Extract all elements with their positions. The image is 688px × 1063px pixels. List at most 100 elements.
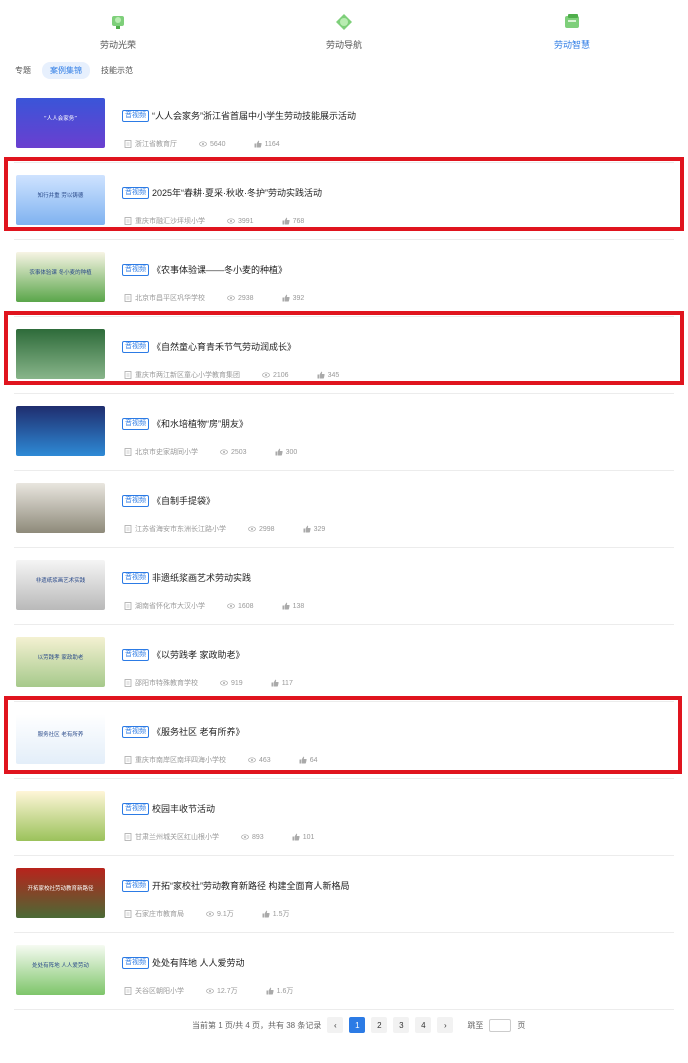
next-page-button[interactable]: › bbox=[437, 1017, 454, 1033]
meta-school: 浙江省教育厅 bbox=[124, 139, 177, 149]
thumbs-up-icon bbox=[271, 679, 279, 687]
sub-tabs: 专题 案例集锦 技能示范 bbox=[10, 62, 138, 79]
meta-likes: 117 bbox=[271, 679, 293, 687]
jump-label: 跳至 bbox=[467, 1020, 484, 1030]
document-icon bbox=[124, 833, 132, 841]
trophy-icon bbox=[112, 16, 124, 29]
view-count: 893 bbox=[252, 833, 264, 841]
school-name: 浙江省教育厅 bbox=[135, 141, 177, 148]
list-item[interactable]: 音视频 《和水培植物“房”朋友》 北京市史家胡同小学 2503 300 bbox=[14, 394, 674, 471]
item-title[interactable]: 《自制手提袋》 bbox=[152, 494, 215, 507]
page-button-1[interactable]: 1 bbox=[349, 1017, 366, 1033]
item-title-line[interactable]: 音视频 《以劳践孝 家政助老》 bbox=[122, 648, 245, 661]
eye-icon bbox=[248, 526, 256, 532]
list-item[interactable]: 非遗纸浆画艺术实践 音视频 非遗纸浆画艺术劳动实践 湖南省怀化市大汉小学 160… bbox=[14, 548, 674, 625]
media-badge: 音视频 bbox=[122, 956, 149, 969]
video-thumbnail[interactable]: 以劳践孝 家政助老 bbox=[16, 637, 105, 687]
meta-likes: 1164 bbox=[254, 140, 280, 148]
item-title[interactable]: 《以劳践孝 家政助老》 bbox=[152, 648, 245, 661]
video-thumbnail[interactable] bbox=[16, 483, 105, 533]
tab-skill-demo[interactable]: 技能示范 bbox=[96, 62, 138, 79]
item-title-line[interactable]: 音视频 “人人会家务”浙江省首届中小学生劳动技能展示活动 bbox=[122, 109, 356, 122]
item-title[interactable]: 《农事体验课——冬小麦的种植》 bbox=[152, 263, 287, 276]
item-title-line[interactable]: 音视频 开拓“家校社”劳动教育新路径 构建全面育人新格局 bbox=[122, 879, 350, 892]
thumbnail-image bbox=[16, 791, 105, 841]
list-item[interactable]: “人人会家务” 音视频 “人人会家务”浙江省首届中小学生劳动技能展示活动 浙江省… bbox=[14, 86, 674, 163]
item-title[interactable]: 开拓“家校社”劳动教育新路径 构建全面育人新格局 bbox=[152, 879, 350, 892]
item-title-line[interactable]: 音视频 处处有阵地 人人爱劳动 bbox=[122, 956, 245, 969]
list-item[interactable]: 以劳践孝 家政助老 音视频 《以劳践孝 家政助老》 邵阳市特殊教育学校 919 1… bbox=[14, 625, 674, 702]
item-title-line[interactable]: 音视频 《自制手提袋》 bbox=[122, 494, 215, 507]
jump-page-input[interactable] bbox=[489, 1018, 512, 1032]
list-item[interactable]: 开拓家校社劳动教育新路径 音视频 开拓“家校社”劳动教育新路径 构建全面育人新格… bbox=[14, 856, 674, 933]
view-count: 2938 bbox=[238, 294, 254, 302]
item-meta: 湖南省怀化市大汉小学 1608 138 bbox=[124, 601, 304, 611]
thumbnail-image bbox=[16, 406, 105, 456]
list-item[interactable]: 处处有阵地 人人爱劳动 音视频 处处有阵地 人人爱劳动 关谷区朝阳小学 12.7… bbox=[14, 933, 674, 1010]
item-title-line[interactable]: 音视频 非遗纸浆画艺术劳动实践 bbox=[122, 571, 251, 584]
meta-school: 湖南省怀化市大汉小学 bbox=[124, 601, 205, 611]
view-count: 919 bbox=[231, 679, 243, 687]
item-title-line[interactable]: 音视频 校园丰收节活动 bbox=[122, 802, 215, 815]
top-nav: 劳动光荣 劳动导航 劳动智慧 bbox=[0, 0, 688, 52]
item-meta: 邵阳市特殊教育学校 919 117 bbox=[124, 678, 293, 688]
school-name: 北京市昌平区巩华学校 bbox=[135, 295, 205, 302]
video-thumbnail[interactable] bbox=[16, 406, 105, 456]
nav-label: 劳动智慧 bbox=[553, 40, 590, 50]
page-button-2[interactable]: 2 bbox=[371, 1017, 388, 1033]
item-meta: 浙江省教育厅 5640 1164 bbox=[124, 139, 280, 149]
like-count: 138 bbox=[292, 602, 305, 610]
list-item[interactable]: 音视频 《自制手提袋》 江苏省海安市东洲长江路小学 2998 329 bbox=[14, 471, 674, 548]
eye-icon bbox=[227, 295, 235, 301]
item-title-line[interactable]: 音视频 《和水培植物“房”朋友》 bbox=[122, 417, 248, 430]
book-icon bbox=[565, 14, 579, 28]
item-meta: 江苏省海安市东洲长江路小学 2998 329 bbox=[124, 524, 325, 534]
video-thumbnail[interactable]: 处处有阵地 人人爱劳动 bbox=[16, 945, 105, 995]
thumbnail-image: 非遗纸浆画艺术实践 bbox=[16, 560, 105, 610]
meta-school: 北京市史家胡同小学 bbox=[124, 447, 198, 457]
meta-school: 关谷区朝阳小学 bbox=[124, 986, 184, 996]
item-meta: 甘肃兰州城关区红山根小学 893 101 bbox=[124, 832, 314, 842]
page-button-4[interactable]: 4 bbox=[415, 1017, 432, 1033]
eye-icon bbox=[220, 680, 228, 686]
item-title-line[interactable]: 音视频 《农事体验课——冬小麦的种植》 bbox=[122, 263, 287, 276]
nav-item-labor-glory[interactable]: 劳动光荣 bbox=[73, 8, 163, 53]
list-item[interactable]: 音视频 校园丰收节活动 甘肃兰州城关区红山根小学 893 101 bbox=[14, 779, 674, 856]
item-title[interactable]: 非遗纸浆画艺术劳动实践 bbox=[152, 571, 251, 584]
eye-icon bbox=[206, 988, 214, 994]
item-title[interactable]: “人人会家务”浙江省首届中小学生劳动技能展示活动 bbox=[152, 109, 356, 122]
nav-item-labor-wisdom[interactable]: 劳动智慧 bbox=[527, 8, 617, 53]
video-thumbnail[interactable]: 开拓家校社劳动教育新路径 bbox=[16, 868, 105, 918]
thumbnail-caption: 农事体验课 冬小麦的种植 bbox=[29, 268, 92, 276]
item-title[interactable]: 校园丰收节活动 bbox=[152, 802, 215, 815]
video-thumbnail[interactable]: “人人会家务” bbox=[16, 98, 105, 148]
nav-label: 劳动光荣 bbox=[99, 40, 136, 50]
thumbnail-image: 农事体验课 冬小麦的种植 bbox=[16, 252, 105, 302]
thumbs-up-icon bbox=[282, 294, 290, 302]
item-title[interactable]: 《和水培植物“房”朋友》 bbox=[152, 417, 248, 430]
meta-likes: 392 bbox=[282, 294, 304, 302]
view-count: 9.1万 bbox=[217, 911, 234, 918]
video-thumbnail[interactable] bbox=[16, 791, 105, 841]
prev-page-button[interactable]: ‹ bbox=[327, 1017, 344, 1033]
page-unit-label: 页 bbox=[517, 1020, 526, 1030]
nav-item-labor-navigation[interactable]: 劳动导航 bbox=[299, 8, 389, 53]
like-count: 329 bbox=[313, 525, 326, 533]
meta-likes: 138 bbox=[282, 602, 305, 610]
video-thumbnail[interactable]: 非遗纸浆画艺术实践 bbox=[16, 560, 105, 610]
tab-case-collection[interactable]: 案例集锦 bbox=[42, 62, 90, 79]
view-count: 1608 bbox=[238, 602, 254, 610]
thumbnail-image: 以劳践孝 家政助老 bbox=[16, 637, 105, 687]
meta-likes: 1.5万 bbox=[262, 909, 289, 919]
item-title[interactable]: 处处有阵地 人人爱劳动 bbox=[152, 956, 245, 969]
list-item[interactable]: 农事体验课 冬小麦的种植 音视频 《农事体验课——冬小麦的种植》 北京市昌平区巩… bbox=[14, 240, 674, 317]
meta-views: 2938 bbox=[227, 294, 254, 302]
page-button-3[interactable]: 3 bbox=[393, 1017, 410, 1033]
tab-topics[interactable]: 专题 bbox=[10, 62, 36, 79]
document-icon bbox=[124, 987, 132, 995]
eye-icon bbox=[241, 834, 249, 840]
meta-views: 893 bbox=[241, 833, 264, 841]
video-thumbnail[interactable]: 农事体验课 冬小麦的种植 bbox=[16, 252, 105, 302]
pagination-summary: 当前第 1 页/共 4 页，共有 38 条记录 bbox=[192, 1020, 322, 1030]
item-meta: 北京市昌平区巩华学校 2938 392 bbox=[124, 293, 304, 303]
